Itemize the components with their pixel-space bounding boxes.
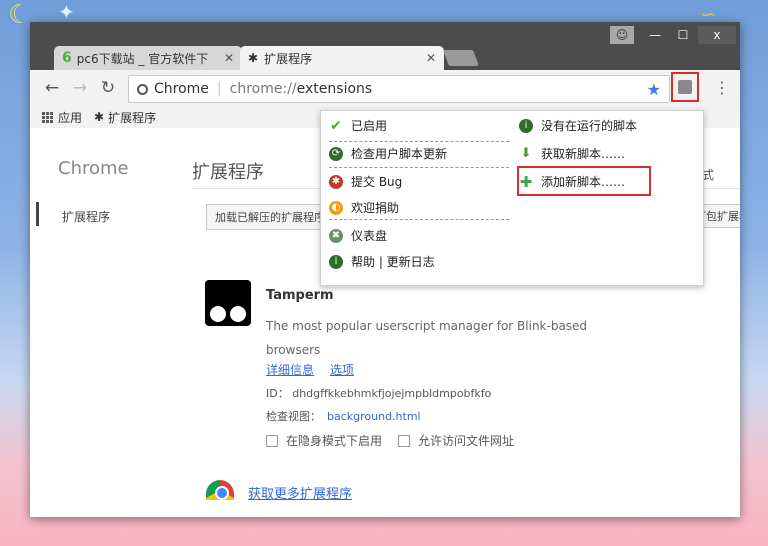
tab-extensions[interactable]: ✱ 扩展程序 ✕: [240, 46, 444, 70]
tampermonkey-extension-button[interactable]: [671, 72, 699, 102]
omnibox-separator: |: [216, 81, 222, 97]
background-page-link[interactable]: background.html: [327, 410, 421, 423]
chrome-menu-icon[interactable]: ⋮: [714, 78, 730, 97]
sidebar-title: Chrome: [58, 158, 129, 179]
menu-item-check-updates[interactable]: ⟳ 检查用户脚本更新: [329, 145, 447, 162]
reload-icon[interactable]: ↻: [98, 78, 118, 98]
refresh-icon: ⟳: [329, 146, 343, 161]
menu-item-label: 没有在运行的脚本: [541, 119, 638, 133]
sidebar-active-indicator: [36, 202, 39, 226]
menu-item-label: 已启用: [351, 119, 388, 133]
extension-options: 在隐身模式下启用 允许访问文件网址: [266, 432, 514, 449]
inspect-views: 检查视图： background.html: [266, 408, 421, 424]
download-icon: ⬇: [520, 146, 532, 161]
info-icon: i: [329, 254, 343, 269]
extension-links: 详细信息 选项: [266, 361, 366, 378]
file-urls-label: 允许访问文件网址: [418, 434, 515, 448]
incognito-checkbox[interactable]: [266, 434, 278, 447]
menu-item-label: 仪表盘: [351, 229, 388, 243]
bug-icon: ✱: [329, 174, 343, 189]
minimize-button[interactable]: —: [642, 26, 668, 44]
star-decoration: ✦: [58, 0, 75, 24]
browser-window: 6 pc6下载站 _ 官方软件下 ✕ ✱ 扩展程序 ✕ ☺ — ☐ x ← → …: [30, 22, 740, 517]
page-title: 扩展程序: [192, 162, 264, 183]
address-bar[interactable]: Chrome | chrome:// extensions ★: [128, 75, 670, 103]
add-script-highlight: [517, 166, 651, 196]
webstore-icon: [206, 480, 234, 500]
tampermonkey-menu: ✔ 已启用 ⟳ 检查用户脚本更新 ✱ 提交 Bug ◐ 欢迎捐助 ✖ 仪表盘 i…: [320, 110, 704, 286]
bookmark-apps[interactable]: 应用: [42, 109, 82, 126]
back-icon[interactable]: ←: [42, 78, 62, 98]
bookmark-star-icon[interactable]: ★: [647, 80, 661, 99]
menu-item-dashboard[interactable]: ✖ 仪表盘: [329, 227, 387, 244]
tab-close-icon[interactable]: ✕: [426, 51, 436, 65]
menu-item-label: 提交 Bug: [351, 175, 403, 189]
tampermonkey-logo: [205, 280, 251, 326]
details-link[interactable]: 详细信息: [266, 363, 314, 377]
sidebar-item-extensions[interactable]: 扩展程序: [56, 208, 110, 225]
url-path: extensions: [296, 81, 373, 97]
close-window-button[interactable]: x: [698, 26, 736, 44]
options-link[interactable]: 选项: [330, 363, 354, 377]
menu-item-help[interactable]: i 帮助 | 更新日志: [329, 253, 435, 270]
incognito-label: 在隐身模式下启用: [286, 434, 383, 448]
puzzle-icon: ✱: [94, 110, 105, 124]
toolbar: ← → ↻ Chrome | chrome:// extensions ★ ⋮: [30, 70, 740, 107]
menu-item-label: 获取新脚本……: [541, 147, 626, 161]
menu-item-get-new-scripts[interactable]: ⬇ 获取新脚本……: [519, 145, 625, 162]
maximize-button[interactable]: ☐: [670, 26, 696, 44]
inspect-views-label: 检查视图：: [266, 410, 321, 423]
menu-item-report-bug[interactable]: ✱ 提交 Bug: [329, 173, 402, 190]
extension-description: The most popular userscript manager for …: [266, 319, 588, 357]
extension-id: ID： dhdgffkkebhmkfjojejmpbldmpobfkfo: [266, 387, 492, 400]
info-icon: i: [519, 118, 533, 133]
site-name: Chrome: [154, 81, 209, 97]
tab-close-icon[interactable]: ✕: [224, 51, 234, 65]
menu-item-label: 欢迎捐助: [351, 201, 400, 215]
file-urls-checkbox[interactable]: [398, 434, 411, 447]
dashboard-icon: ✖: [329, 228, 343, 243]
url-scheme: chrome://: [229, 81, 297, 97]
new-tab-button[interactable]: [443, 50, 479, 66]
puzzle-icon: ✱: [248, 51, 259, 65]
bookmark-label: 应用: [58, 110, 83, 125]
tab-label: pc6下载站 _ 官方软件下: [76, 51, 209, 66]
moon-decoration: ☾: [8, 0, 32, 30]
menu-item-donate[interactable]: ◐ 欢迎捐助: [329, 199, 399, 216]
menu-item-enabled[interactable]: ✔ 已启用: [329, 117, 387, 134]
extension-name: Tamperm: [266, 288, 334, 303]
tab-pc6[interactable]: 6 pc6下载站 _ 官方软件下 ✕: [54, 46, 242, 70]
donate-icon: ◐: [329, 200, 343, 215]
apps-grid-icon: [42, 111, 53, 123]
menu-item-no-running-scripts: i 没有在运行的脚本: [519, 117, 637, 134]
forward-icon[interactable]: →: [70, 78, 90, 98]
pc6-favicon-icon: 6: [62, 50, 72, 66]
bookmark-label: 扩展程序: [108, 110, 157, 125]
tab-label: 扩展程序: [264, 51, 313, 66]
menu-item-label: 帮助 | 更新日志: [351, 255, 435, 269]
menu-item-label: 检查用户脚本更新: [351, 147, 448, 161]
tampermonkey-icon: [678, 80, 692, 94]
check-icon: ✔: [330, 117, 342, 134]
get-more-extensions-link[interactable]: 获取更多扩展程序: [248, 483, 352, 502]
tab-strip: 6 pc6下载站 _ 官方软件下 ✕ ✱ 扩展程序 ✕ ☺ — ☐ x: [30, 22, 740, 70]
bookmark-extensions[interactable]: ✱ 扩展程序: [94, 109, 156, 126]
chrome-site-icon: [137, 83, 148, 95]
profile-icon[interactable]: ☺: [610, 26, 634, 44]
